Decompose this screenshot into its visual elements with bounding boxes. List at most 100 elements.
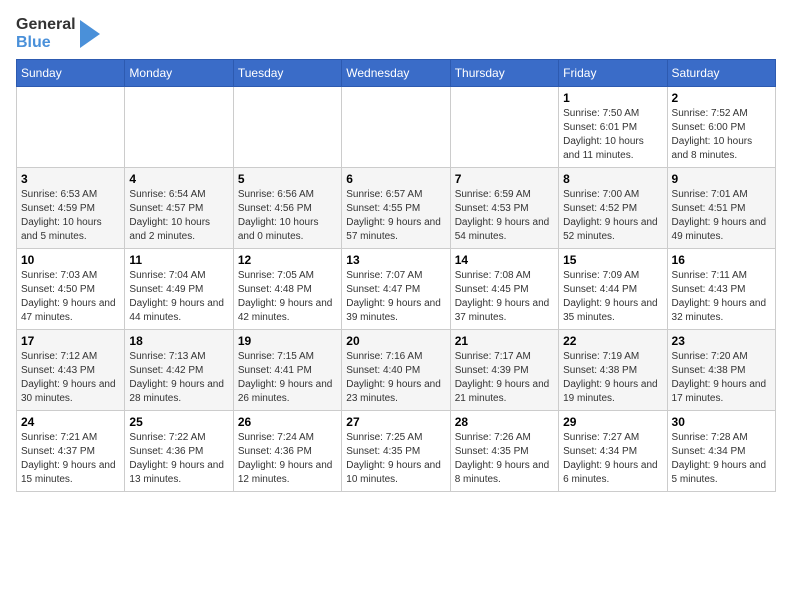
day-number: 22 bbox=[563, 334, 662, 348]
calendar-cell: 1Sunrise: 7:50 AM Sunset: 6:01 PM Daylig… bbox=[559, 87, 667, 168]
day-info: Sunrise: 7:52 AM Sunset: 6:00 PM Dayligh… bbox=[672, 107, 771, 163]
calendar-cell: 21Sunrise: 7:17 AM Sunset: 4:39 PM Dayli… bbox=[450, 330, 558, 411]
day-info: Sunrise: 7:12 AM Sunset: 4:43 PM Dayligh… bbox=[21, 350, 120, 406]
day-number: 10 bbox=[21, 253, 120, 267]
day-info: Sunrise: 7:05 AM Sunset: 4:48 PM Dayligh… bbox=[238, 269, 337, 325]
day-info: Sunrise: 7:19 AM Sunset: 4:38 PM Dayligh… bbox=[563, 350, 662, 406]
weekday-header-saturday: Saturday bbox=[667, 60, 775, 87]
calendar-cell: 4 Sunrise: 6:54 AM Sunset: 4:57 PM Daylig… bbox=[125, 168, 233, 249]
day-number: 30 bbox=[672, 415, 771, 429]
header: General Blue bbox=[16, 16, 776, 51]
day-number: 24 bbox=[21, 415, 120, 429]
calendar-cell: 22 Sunrise: 7:19 AM Sunset: 4:38 PM Dayli… bbox=[559, 330, 667, 411]
calendar-cell: 23 Sunrise: 7:20 AM Sunset: 4:38 PM Dayli… bbox=[667, 330, 775, 411]
calendar-cell: 2 Sunrise: 7:52 AM Sunset: 6:00 PM Daylig… bbox=[667, 87, 775, 168]
calendar-cell: 26 Sunrise: 7:24 AM Sunset: 4:36 PM Dayli… bbox=[233, 411, 341, 492]
day-number: 29 bbox=[563, 415, 662, 429]
calendar-cell: 8 Sunrise: 7:00 AM Sunset: 4:52 PM Daylig… bbox=[559, 168, 667, 249]
day-info: Sunrise: 7:01 AM Sunset: 4:51 PM Dayligh… bbox=[672, 188, 771, 244]
calendar-cell: 16 Sunrise: 7:11 AM Sunset: 4:43 PM Dayli… bbox=[667, 249, 775, 330]
calendar-cell: 14 Sunrise: 7:08 AM Sunset: 4:45 PM Dayli… bbox=[450, 249, 558, 330]
day-info: Sunrise: 7:27 AM Sunset: 4:34 PM Dayligh… bbox=[563, 431, 662, 487]
day-number: 13 bbox=[346, 253, 445, 267]
day-number: 2 bbox=[672, 91, 771, 105]
logo-arrow-icon bbox=[80, 20, 100, 48]
day-number: 8 bbox=[563, 172, 662, 186]
calendar-cell: 24 Sunrise: 7:21 AM Sunset: 4:37 PM Dayli… bbox=[17, 411, 125, 492]
day-number: 7 bbox=[455, 172, 554, 186]
weekday-header-thursday: Thursday bbox=[450, 60, 558, 87]
day-number: 15 bbox=[563, 253, 662, 267]
calendar-cell: 11 Sunrise: 7:04 AM Sunset: 4:49 PM Dayli… bbox=[125, 249, 233, 330]
calendar-week-row: 1Sunrise: 7:50 AM Sunset: 6:01 PM Daylig… bbox=[17, 87, 776, 168]
calendar: SundayMondayTuesdayWednesdayThursdayFrid… bbox=[16, 59, 776, 492]
day-number: 16 bbox=[672, 253, 771, 267]
day-info: Sunrise: 7:07 AM Sunset: 4:47 PM Dayligh… bbox=[346, 269, 445, 325]
calendar-cell: 29 Sunrise: 7:27 AM Sunset: 4:34 PM Dayli… bbox=[559, 411, 667, 492]
day-number: 17 bbox=[21, 334, 120, 348]
day-info: Sunrise: 7:17 AM Sunset: 4:39 PM Dayligh… bbox=[455, 350, 554, 406]
day-number: 25 bbox=[129, 415, 228, 429]
calendar-cell: 6 Sunrise: 6:57 AM Sunset: 4:55 PM Daylig… bbox=[342, 168, 450, 249]
day-info: Sunrise: 7:24 AM Sunset: 4:36 PM Dayligh… bbox=[238, 431, 337, 487]
calendar-cell: 17 Sunrise: 7:12 AM Sunset: 4:43 PM Dayli… bbox=[17, 330, 125, 411]
calendar-cell bbox=[233, 87, 341, 168]
day-info: Sunrise: 7:13 AM Sunset: 4:42 PM Dayligh… bbox=[129, 350, 228, 406]
calendar-cell: 7Sunrise: 6:59 AM Sunset: 4:53 PM Daylig… bbox=[450, 168, 558, 249]
weekday-header-wednesday: Wednesday bbox=[342, 60, 450, 87]
calendar-cell: 5Sunrise: 6:56 AM Sunset: 4:56 PM Daylig… bbox=[233, 168, 341, 249]
calendar-cell: 20Sunrise: 7:16 AM Sunset: 4:40 PM Dayli… bbox=[342, 330, 450, 411]
day-info: Sunrise: 7:04 AM Sunset: 4:49 PM Dayligh… bbox=[129, 269, 228, 325]
weekday-header-monday: Monday bbox=[125, 60, 233, 87]
day-info: Sunrise: 7:15 AM Sunset: 4:41 PM Dayligh… bbox=[238, 350, 337, 406]
day-info: Sunrise: 7:03 AM Sunset: 4:50 PM Dayligh… bbox=[21, 269, 120, 325]
weekday-header-sunday: Sunday bbox=[17, 60, 125, 87]
day-info: Sunrise: 7:11 AM Sunset: 4:43 PM Dayligh… bbox=[672, 269, 771, 325]
calendar-week-row: 3Sunrise: 6:53 AM Sunset: 4:59 PM Daylig… bbox=[17, 168, 776, 249]
calendar-cell: 19 Sunrise: 7:15 AM Sunset: 4:41 PM Dayli… bbox=[233, 330, 341, 411]
day-info: Sunrise: 7:26 AM Sunset: 4:35 PM Dayligh… bbox=[455, 431, 554, 487]
day-info: Sunrise: 7:21 AM Sunset: 4:37 PM Dayligh… bbox=[21, 431, 120, 487]
weekday-header-friday: Friday bbox=[559, 60, 667, 87]
day-number: 9 bbox=[672, 172, 771, 186]
day-number: 26 bbox=[238, 415, 337, 429]
calendar-cell bbox=[125, 87, 233, 168]
day-number: 1 bbox=[563, 91, 662, 105]
day-info: Sunrise: 6:56 AM Sunset: 4:56 PM Dayligh… bbox=[238, 188, 337, 244]
calendar-week-row: 24 Sunrise: 7:21 AM Sunset: 4:37 PM Dayli… bbox=[17, 411, 776, 492]
calendar-cell: 13 Sunrise: 7:07 AM Sunset: 4:47 PM Dayli… bbox=[342, 249, 450, 330]
logo-text: General Blue bbox=[16, 16, 76, 51]
calendar-cell: 18 Sunrise: 7:13 AM Sunset: 4:42 PM Dayli… bbox=[125, 330, 233, 411]
day-info: Sunrise: 7:09 AM Sunset: 4:44 PM Dayligh… bbox=[563, 269, 662, 325]
calendar-cell bbox=[342, 87, 450, 168]
day-info: Sunrise: 7:20 AM Sunset: 4:38 PM Dayligh… bbox=[672, 350, 771, 406]
calendar-week-row: 17 Sunrise: 7:12 AM Sunset: 4:43 PM Dayli… bbox=[17, 330, 776, 411]
day-info: Sunrise: 7:08 AM Sunset: 4:45 PM Dayligh… bbox=[455, 269, 554, 325]
day-number: 12 bbox=[238, 253, 337, 267]
day-number: 18 bbox=[129, 334, 228, 348]
weekday-header-tuesday: Tuesday bbox=[233, 60, 341, 87]
day-number: 6 bbox=[346, 172, 445, 186]
day-number: 19 bbox=[238, 334, 337, 348]
calendar-cell: 12 Sunrise: 7:05 AM Sunset: 4:48 PM Dayli… bbox=[233, 249, 341, 330]
logo: General Blue bbox=[16, 16, 100, 51]
calendar-cell: 27 Sunrise: 7:25 AM Sunset: 4:35 PM Dayli… bbox=[342, 411, 450, 492]
day-info: Sunrise: 7:28 AM Sunset: 4:34 PM Dayligh… bbox=[672, 431, 771, 487]
day-number: 11 bbox=[129, 253, 228, 267]
calendar-cell: 28 Sunrise: 7:26 AM Sunset: 4:35 PM Dayli… bbox=[450, 411, 558, 492]
day-number: 3 bbox=[21, 172, 120, 186]
day-number: 28 bbox=[455, 415, 554, 429]
day-info: Sunrise: 6:57 AM Sunset: 4:55 PM Dayligh… bbox=[346, 188, 445, 244]
calendar-cell bbox=[17, 87, 125, 168]
calendar-cell: 9 Sunrise: 7:01 AM Sunset: 4:51 PM Daylig… bbox=[667, 168, 775, 249]
day-number: 14 bbox=[455, 253, 554, 267]
day-number: 4 bbox=[129, 172, 228, 186]
calendar-cell: 15 Sunrise: 7:09 AM Sunset: 4:44 PM Dayli… bbox=[559, 249, 667, 330]
day-info: Sunrise: 7:22 AM Sunset: 4:36 PM Dayligh… bbox=[129, 431, 228, 487]
day-number: 27 bbox=[346, 415, 445, 429]
day-info: Sunrise: 6:54 AM Sunset: 4:57 PM Dayligh… bbox=[129, 188, 228, 244]
day-info: Sunrise: 7:25 AM Sunset: 4:35 PM Dayligh… bbox=[346, 431, 445, 487]
calendar-cell bbox=[450, 87, 558, 168]
day-number: 23 bbox=[672, 334, 771, 348]
day-info: Sunrise: 7:00 AM Sunset: 4:52 PM Dayligh… bbox=[563, 188, 662, 244]
